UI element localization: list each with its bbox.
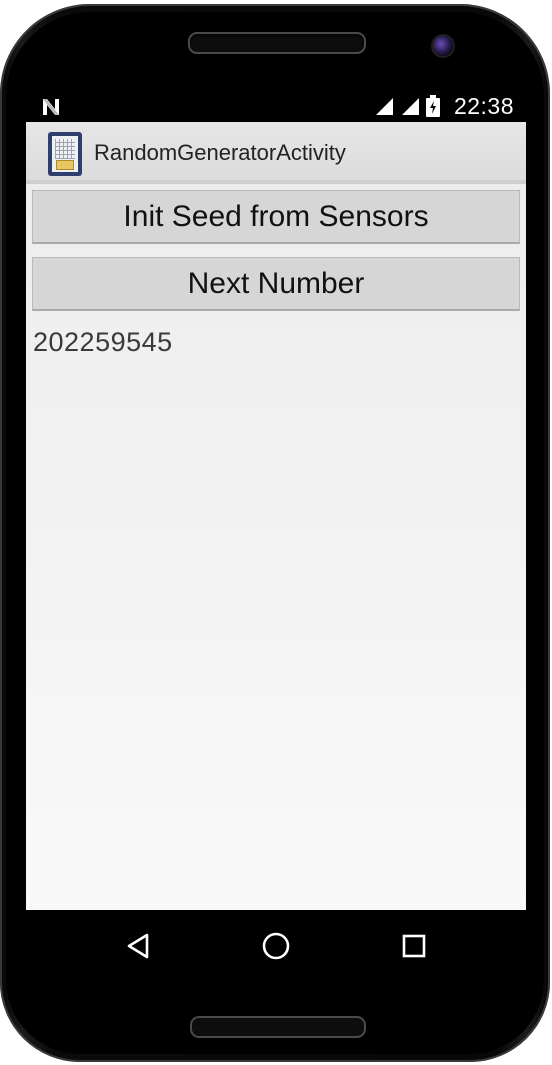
earpiece-speaker	[188, 32, 366, 54]
init-seed-button[interactable]: Init Seed from Sensors	[32, 190, 520, 244]
front-camera	[433, 36, 453, 56]
action-bar: RandomGeneratorActivity	[26, 122, 526, 184]
status-bar: 22:38	[26, 90, 526, 122]
bottom-speaker	[190, 1016, 366, 1038]
status-icons: 22:38	[374, 92, 514, 120]
home-button[interactable]	[256, 926, 296, 966]
recents-button[interactable]	[394, 926, 434, 966]
battery-charging-icon	[425, 95, 440, 117]
next-number-button[interactable]: Next Number	[32, 257, 520, 311]
back-button[interactable]	[118, 926, 158, 966]
device-screen: 22:38 RandomGeneratorActivity Init Seed …	[26, 90, 526, 980]
generated-number-text: 202259545	[33, 327, 173, 357]
cell-signal-icon	[401, 98, 419, 115]
back-icon	[127, 933, 149, 959]
signal-icon	[375, 98, 393, 115]
status-time: 22:38	[453, 92, 514, 119]
activity-content: Init Seed from Sensors Next Number 20225…	[26, 184, 526, 910]
app-launcher-icon	[48, 132, 82, 176]
home-icon	[262, 932, 290, 960]
activity-title: RandomGeneratorActivity	[94, 140, 346, 165]
nfc-n-icon	[43, 99, 59, 115]
navigation-bar	[26, 910, 526, 980]
recents-icon	[402, 934, 426, 958]
